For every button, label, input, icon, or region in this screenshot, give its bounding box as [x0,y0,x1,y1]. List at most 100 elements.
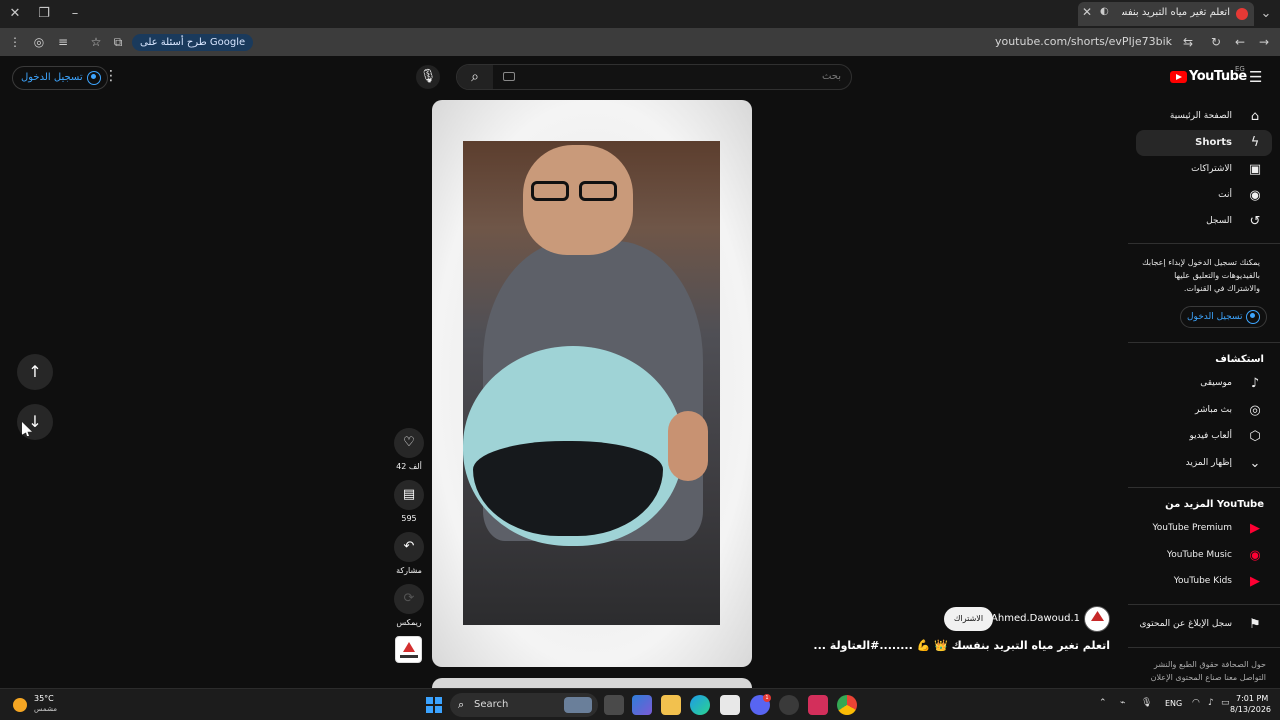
bookmark-star-icon[interactable]: ☆ [87,33,105,51]
menu-dots-icon[interactable]: ⋮ [6,33,24,51]
site-settings-icon[interactable]: ⇆ [1179,33,1197,51]
audio-source-thumbnail[interactable] [395,636,422,663]
settings-menu-icon[interactable]: ⋮ [104,68,118,84]
remix-button[interactable]: ⟳ ريمكس [394,584,424,627]
comment-icon[interactable]: ▤ [394,480,424,510]
divider [1128,487,1280,488]
install-app-icon[interactable]: ⧉ [109,33,127,51]
speaker-icon[interactable]: ◐ [1100,6,1109,17]
weather-sun-icon[interactable] [13,698,27,712]
next-short-button[interactable]: ↓ [17,404,53,440]
youtube-logo[interactable]: YouTube EG [1170,65,1247,86]
guide-item-you[interactable]: أنت ◉ [1136,183,1272,209]
search-input[interactable]: بحث [822,71,841,82]
account-icon [1246,310,1261,324]
video-arm-shape [668,411,708,481]
comments-button[interactable]: ▤ 595 [394,480,424,523]
ask-google-chip[interactable]: طرح أسئلة على Google [132,34,254,51]
guide-item-shorts[interactable]: Shorts ϟ [1136,130,1272,156]
footer-links[interactable]: حول الصحافة حقوق الطبع والنشر التواصل مع… [1140,658,1266,684]
guide-item-live[interactable]: بث مباشر ◎ [1136,398,1272,424]
network-icon[interactable]: ⌁ [1120,698,1125,708]
active-tab[interactable]: اتعلم تغير مياه التبريد بنفسك ◐ ✕ [1078,2,1254,26]
reload-icon[interactable]: ↻ [1207,33,1225,51]
weather-temperature[interactable]: 35°C [34,694,54,703]
restore-window-icon[interactable]: ❐ [34,4,54,24]
address-bar: ⋮ ◎ ≡ ☆ ⧉ طرح أسئلة على Google youtube.c… [0,28,1280,56]
edge-browser-icon[interactable] [690,695,710,715]
share-icon[interactable]: ↶ [394,532,424,562]
sidebar-sign-in-button[interactable]: تسجيل الدخول [1180,306,1268,328]
remix-icon[interactable]: ⟳ [394,584,424,614]
task-view-icon[interactable] [604,695,624,715]
share-label: مشاركة [396,566,422,575]
guide-item-show-more[interactable]: إظهار المزيد ⌄ [1136,451,1272,477]
taskbar-search[interactable]: ⌕ Search [450,693,598,717]
close-window-icon[interactable]: ✕ [5,4,25,24]
account-icon [86,71,101,85]
url-field[interactable]: youtube.com/shorts/evPIje73bik [995,35,1172,48]
back-icon[interactable]: ← [1231,33,1249,51]
guide-item-youtube-premium[interactable]: YouTube Premium ▶ [1136,516,1272,542]
app-icon[interactable] [779,695,799,715]
guide-item-subscriptions[interactable]: الاشتراكات ▣ [1136,157,1272,183]
weather-description[interactable]: مشمس [34,705,57,713]
share-button[interactable]: ↶ مشاركة [394,532,424,575]
reading-list-icon[interactable]: ≡ [54,33,72,51]
widgets-app-icon[interactable] [632,695,652,715]
search-icon[interactable]: ⌕ [457,65,493,89]
guide-item-label: YouTube Music [1166,550,1232,560]
divider [1128,342,1280,343]
guide-item-gaming[interactable]: ألعاب فيديو ⬡ [1136,424,1272,450]
sign-in-label: تسجيل الدخول [1187,312,1243,322]
next-short-preview[interactable] [432,678,752,688]
subscribe-button[interactable]: الاشتراك [944,607,993,631]
music-icon: ♪ [1250,376,1260,391]
battery-icon[interactable]: ▭ [1221,698,1230,708]
forward-icon[interactable]: → [1255,33,1273,51]
guide-item-music[interactable]: موسيقى ♪ [1136,371,1272,397]
guide-menu-icon[interactable]: ☰ [1249,68,1262,86]
microphone-icon[interactable]: 🎙 [1141,698,1152,708]
guide-item-youtube-music[interactable]: YouTube Music ◉ [1136,543,1272,569]
channel-name[interactable]: @Ahmed.Dawoud.1 [981,613,1080,624]
todo-app-icon[interactable] [808,695,828,715]
like-icon[interactable]: ♡ [394,428,424,458]
store-icon[interactable] [720,695,740,715]
clock-time[interactable]: 7:01 PM [1236,694,1268,703]
keyboard-icon[interactable] [503,72,515,81]
guide-item-home[interactable]: الصفحة الرئيسية ⌂ [1136,104,1272,130]
language-indicator[interactable]: ENG [1165,699,1182,708]
guide-item-label: أنت [1218,190,1232,200]
guide-item-youtube-kids[interactable]: YouTube Kids ▶ [1136,569,1272,595]
tab-search-icon[interactable]: ⌄ [1256,4,1276,24]
remix-label: ريمكس [396,618,422,627]
voice-search-icon[interactable]: 🎙 [416,65,440,89]
divider [1128,604,1280,605]
guide-item-label: ألعاب فيديو [1189,431,1232,441]
guide-item-report-history[interactable]: سجل الإبلاغ عن المحتوى ⚑ [1136,612,1272,638]
wifi-icon[interactable]: ◠ [1192,698,1200,708]
profile-icon[interactable]: ◎ [30,33,48,51]
show-hidden-icons-icon[interactable]: ⌃ [1099,698,1107,708]
taskbar: 35°C مشمس ⌕ Search 1 ⌃ ⌁ 🎙 ENG ◠ ♪ ▭ 7:0… [0,688,1280,720]
channel-avatar[interactable] [1084,606,1110,632]
close-tab-icon[interactable]: ✕ [1082,5,1092,19]
start-button[interactable] [426,697,442,713]
short-video-player[interactable] [432,100,752,667]
clock-date[interactable]: 8/13/2026 [1230,705,1271,714]
guide-item-label: سجل الإبلاغ عن المحتوى [1139,619,1232,629]
volume-icon[interactable]: ♪ [1208,698,1214,708]
sign-in-label: تسجيل الدخول [21,72,83,83]
file-explorer-icon[interactable] [661,695,681,715]
previous-short-button[interactable]: ↑ [17,354,53,390]
chrome-browser-icon[interactable] [837,695,857,715]
divider [1128,647,1280,648]
minimize-window-icon[interactable]: – [65,4,85,24]
sign-in-button[interactable]: تسجيل الدخول [12,66,108,90]
search-box[interactable]: ⌕ بحث [456,64,852,90]
short-title[interactable]: اتعلم تغير مياه التبريد بنفسك 👑 💪 ......… [813,639,1110,652]
guide-item-history[interactable]: السجل ↺ [1136,209,1272,235]
shorts-icon: ϟ [1250,135,1260,150]
like-button[interactable]: ♡ 42 ألف [394,428,424,471]
